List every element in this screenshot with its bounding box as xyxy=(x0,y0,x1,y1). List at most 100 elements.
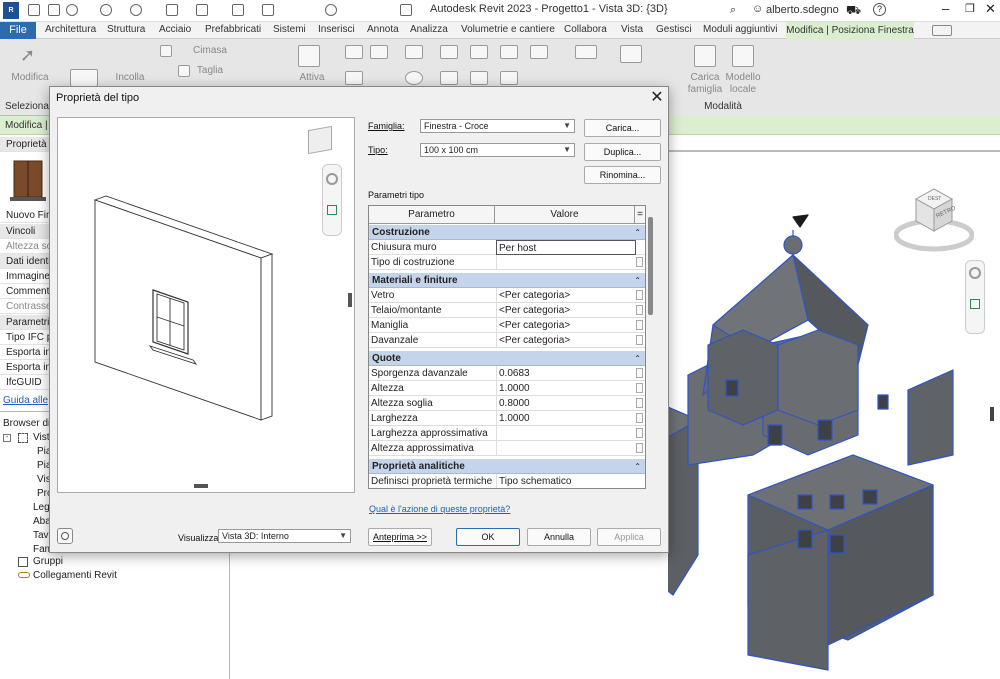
cart-icon[interactable]: ⛟ xyxy=(846,3,861,19)
tab-volumetrie[interactable]: Volumetrie e cantiere xyxy=(461,24,555,35)
panel-toggle-icon[interactable] xyxy=(932,25,952,36)
table-row[interactable]: Maniglia <Per categoria> xyxy=(369,318,645,333)
carica-button[interactable]: Carica... xyxy=(584,119,661,137)
measure-icon[interactable] xyxy=(196,4,208,16)
preview-resize-handle-right[interactable] xyxy=(348,293,352,307)
famiglia-combo[interactable]: Finestra - Croce ▼ xyxy=(420,119,575,133)
collapse-icon[interactable]: ⌃ xyxy=(634,459,641,474)
type-parameters-table[interactable]: Parametro Valore = Costruzione ⌃ Chiusura… xyxy=(368,205,646,489)
dialog-close-button[interactable]: ✕ xyxy=(648,89,666,107)
collapse-icon[interactable]: ⌃ xyxy=(634,225,641,240)
minimize-icon[interactable]: – xyxy=(942,1,949,16)
tree-item-5[interactable]: Leg xyxy=(33,502,50,513)
section-analitiche[interactable]: Proprietà analitiche ⌃ xyxy=(369,459,645,474)
help-link[interactable]: Qual è l'azione di queste proprietà? xyxy=(369,504,510,514)
taglia-button[interactable]: Taglia xyxy=(190,65,230,76)
section-quote[interactable]: Quote ⌃ xyxy=(369,351,645,366)
param-value[interactable]: 1.0000 xyxy=(496,381,636,396)
binoculars-icon[interactable]: ⌕ xyxy=(730,4,736,17)
status-seleziona[interactable]: Seleziona xyxy=(5,101,49,112)
edit-button[interactable] xyxy=(636,398,643,408)
modifica-button[interactable]: Modifica xyxy=(10,72,50,83)
tab-analizza[interactable]: Analizza xyxy=(410,24,448,35)
paste-icon[interactable] xyxy=(70,69,98,87)
param-value[interactable]: <Per categoria> xyxy=(496,288,636,303)
section-materiali[interactable]: Materiali e finiture ⌃ xyxy=(369,273,645,288)
create-icon[interactable] xyxy=(620,45,642,63)
tab-gestisci[interactable]: Gestisci xyxy=(656,24,692,35)
modify-cursor-icon[interactable]: ➚ xyxy=(20,45,38,65)
table-row[interactable]: Larghezza 1.0000 xyxy=(369,411,645,426)
mirror-icon[interactable] xyxy=(405,45,423,59)
print-icon[interactable] xyxy=(166,4,178,16)
properties-help-link[interactable]: Guida alle xyxy=(3,395,48,406)
preview-viewcube-icon[interactable] xyxy=(308,125,332,155)
edit-button[interactable] xyxy=(636,368,643,378)
col-header-value[interactable]: Valore xyxy=(495,206,635,224)
taglia-icon[interactable] xyxy=(178,65,190,77)
anteprima-button[interactable]: Anteprima >> xyxy=(368,528,432,546)
trim-icon[interactable] xyxy=(440,45,458,59)
annulla-button[interactable]: Annulla xyxy=(527,528,591,546)
cut-icon[interactable] xyxy=(160,45,172,57)
visualizza-combo[interactable]: Vista 3D: Interno ▼ xyxy=(218,529,351,543)
redo-icon[interactable] xyxy=(130,4,142,16)
close-hidden-icon[interactable] xyxy=(400,4,412,16)
split-icon[interactable] xyxy=(470,45,488,59)
param-value[interactable] xyxy=(496,441,636,456)
offset-icon[interactable] xyxy=(370,45,388,59)
table-row[interactable]: Sporgenza davanzale 0.0683 xyxy=(369,366,645,381)
incolla-button[interactable]: Incolla xyxy=(110,72,150,83)
param-value[interactable]: <Per categoria> xyxy=(496,318,636,333)
table-row[interactable]: Chiusura muro Per host xyxy=(369,240,645,255)
preview-zoom-icon[interactable] xyxy=(327,205,337,215)
collapse-icon[interactable]: ⌃ xyxy=(634,273,641,288)
table-row[interactable]: Davanzale <Per categoria> xyxy=(369,333,645,348)
3d-view-icon[interactable] xyxy=(325,4,337,16)
array-icon[interactable] xyxy=(440,71,458,85)
edit-button[interactable] xyxy=(636,290,643,300)
measure-tool-icon[interactable] xyxy=(575,45,597,59)
table-row[interactable]: Altezza 1.0000 xyxy=(369,381,645,396)
ok-button[interactable]: OK xyxy=(456,528,520,546)
tab-vista[interactable]: Vista xyxy=(621,24,643,35)
duplica-button[interactable]: Duplica... xyxy=(584,143,661,161)
revit-logo-icon[interactable]: R xyxy=(3,2,19,19)
modello-locale-line1[interactable]: Modello xyxy=(718,72,768,83)
tab-collabora[interactable]: Collabora xyxy=(564,24,607,35)
edit-button[interactable] xyxy=(636,428,643,438)
tab-prefabbricati[interactable]: Prefabbricati xyxy=(205,24,261,35)
tree-item-10[interactable]: Collegamenti Revit xyxy=(33,570,117,581)
table-row[interactable]: Vetro <Per categoria> xyxy=(369,288,645,303)
delete-icon[interactable] xyxy=(500,45,518,59)
preview-pane[interactable] xyxy=(57,117,355,493)
col-header-menu-icon[interactable]: = xyxy=(635,206,645,224)
in-place-model-icon[interactable] xyxy=(732,45,754,67)
sync-icon[interactable] xyxy=(66,4,78,16)
section-costruzione[interactable]: Costruzione ⌃ xyxy=(369,225,645,240)
param-value[interactable]: <Per categoria> xyxy=(496,303,636,318)
preview-resize-handle-bottom[interactable] xyxy=(194,484,208,488)
edit-button[interactable] xyxy=(636,305,643,315)
param-value[interactable]: Tipo schematico xyxy=(496,474,636,488)
save-icon[interactable] xyxy=(48,4,60,16)
tab-inserisci[interactable]: Inserisci xyxy=(318,24,355,35)
view-icon[interactable] xyxy=(530,45,548,59)
edit-button[interactable] xyxy=(636,443,643,453)
tab-annota[interactable]: Annota xyxy=(367,24,399,35)
tab-moduli[interactable]: Moduli aggiuntivi xyxy=(703,24,778,35)
table-row[interactable]: Altezza approssimativa xyxy=(369,441,645,456)
collapse-icon[interactable]: ⌃ xyxy=(634,351,641,366)
table-scrollbar[interactable] xyxy=(648,217,653,315)
table-row[interactable]: Altezza soglia 0.8000 xyxy=(369,396,645,411)
tab-file[interactable]: File xyxy=(0,22,36,39)
param-value[interactable] xyxy=(496,426,636,441)
applica-button[interactable]: Applica xyxy=(597,528,661,546)
rinomina-button[interactable]: Rinomina... xyxy=(584,166,661,184)
help-circle-icon[interactable] xyxy=(57,528,73,544)
preview-nav-bar[interactable] xyxy=(322,164,342,236)
tab-sistemi[interactable]: Sistemi xyxy=(273,24,306,35)
col-header-param[interactable]: Parametro xyxy=(369,206,495,224)
tree-item-9[interactable]: Gruppi xyxy=(33,556,63,567)
tab-architettura[interactable]: Architettura xyxy=(45,24,96,35)
